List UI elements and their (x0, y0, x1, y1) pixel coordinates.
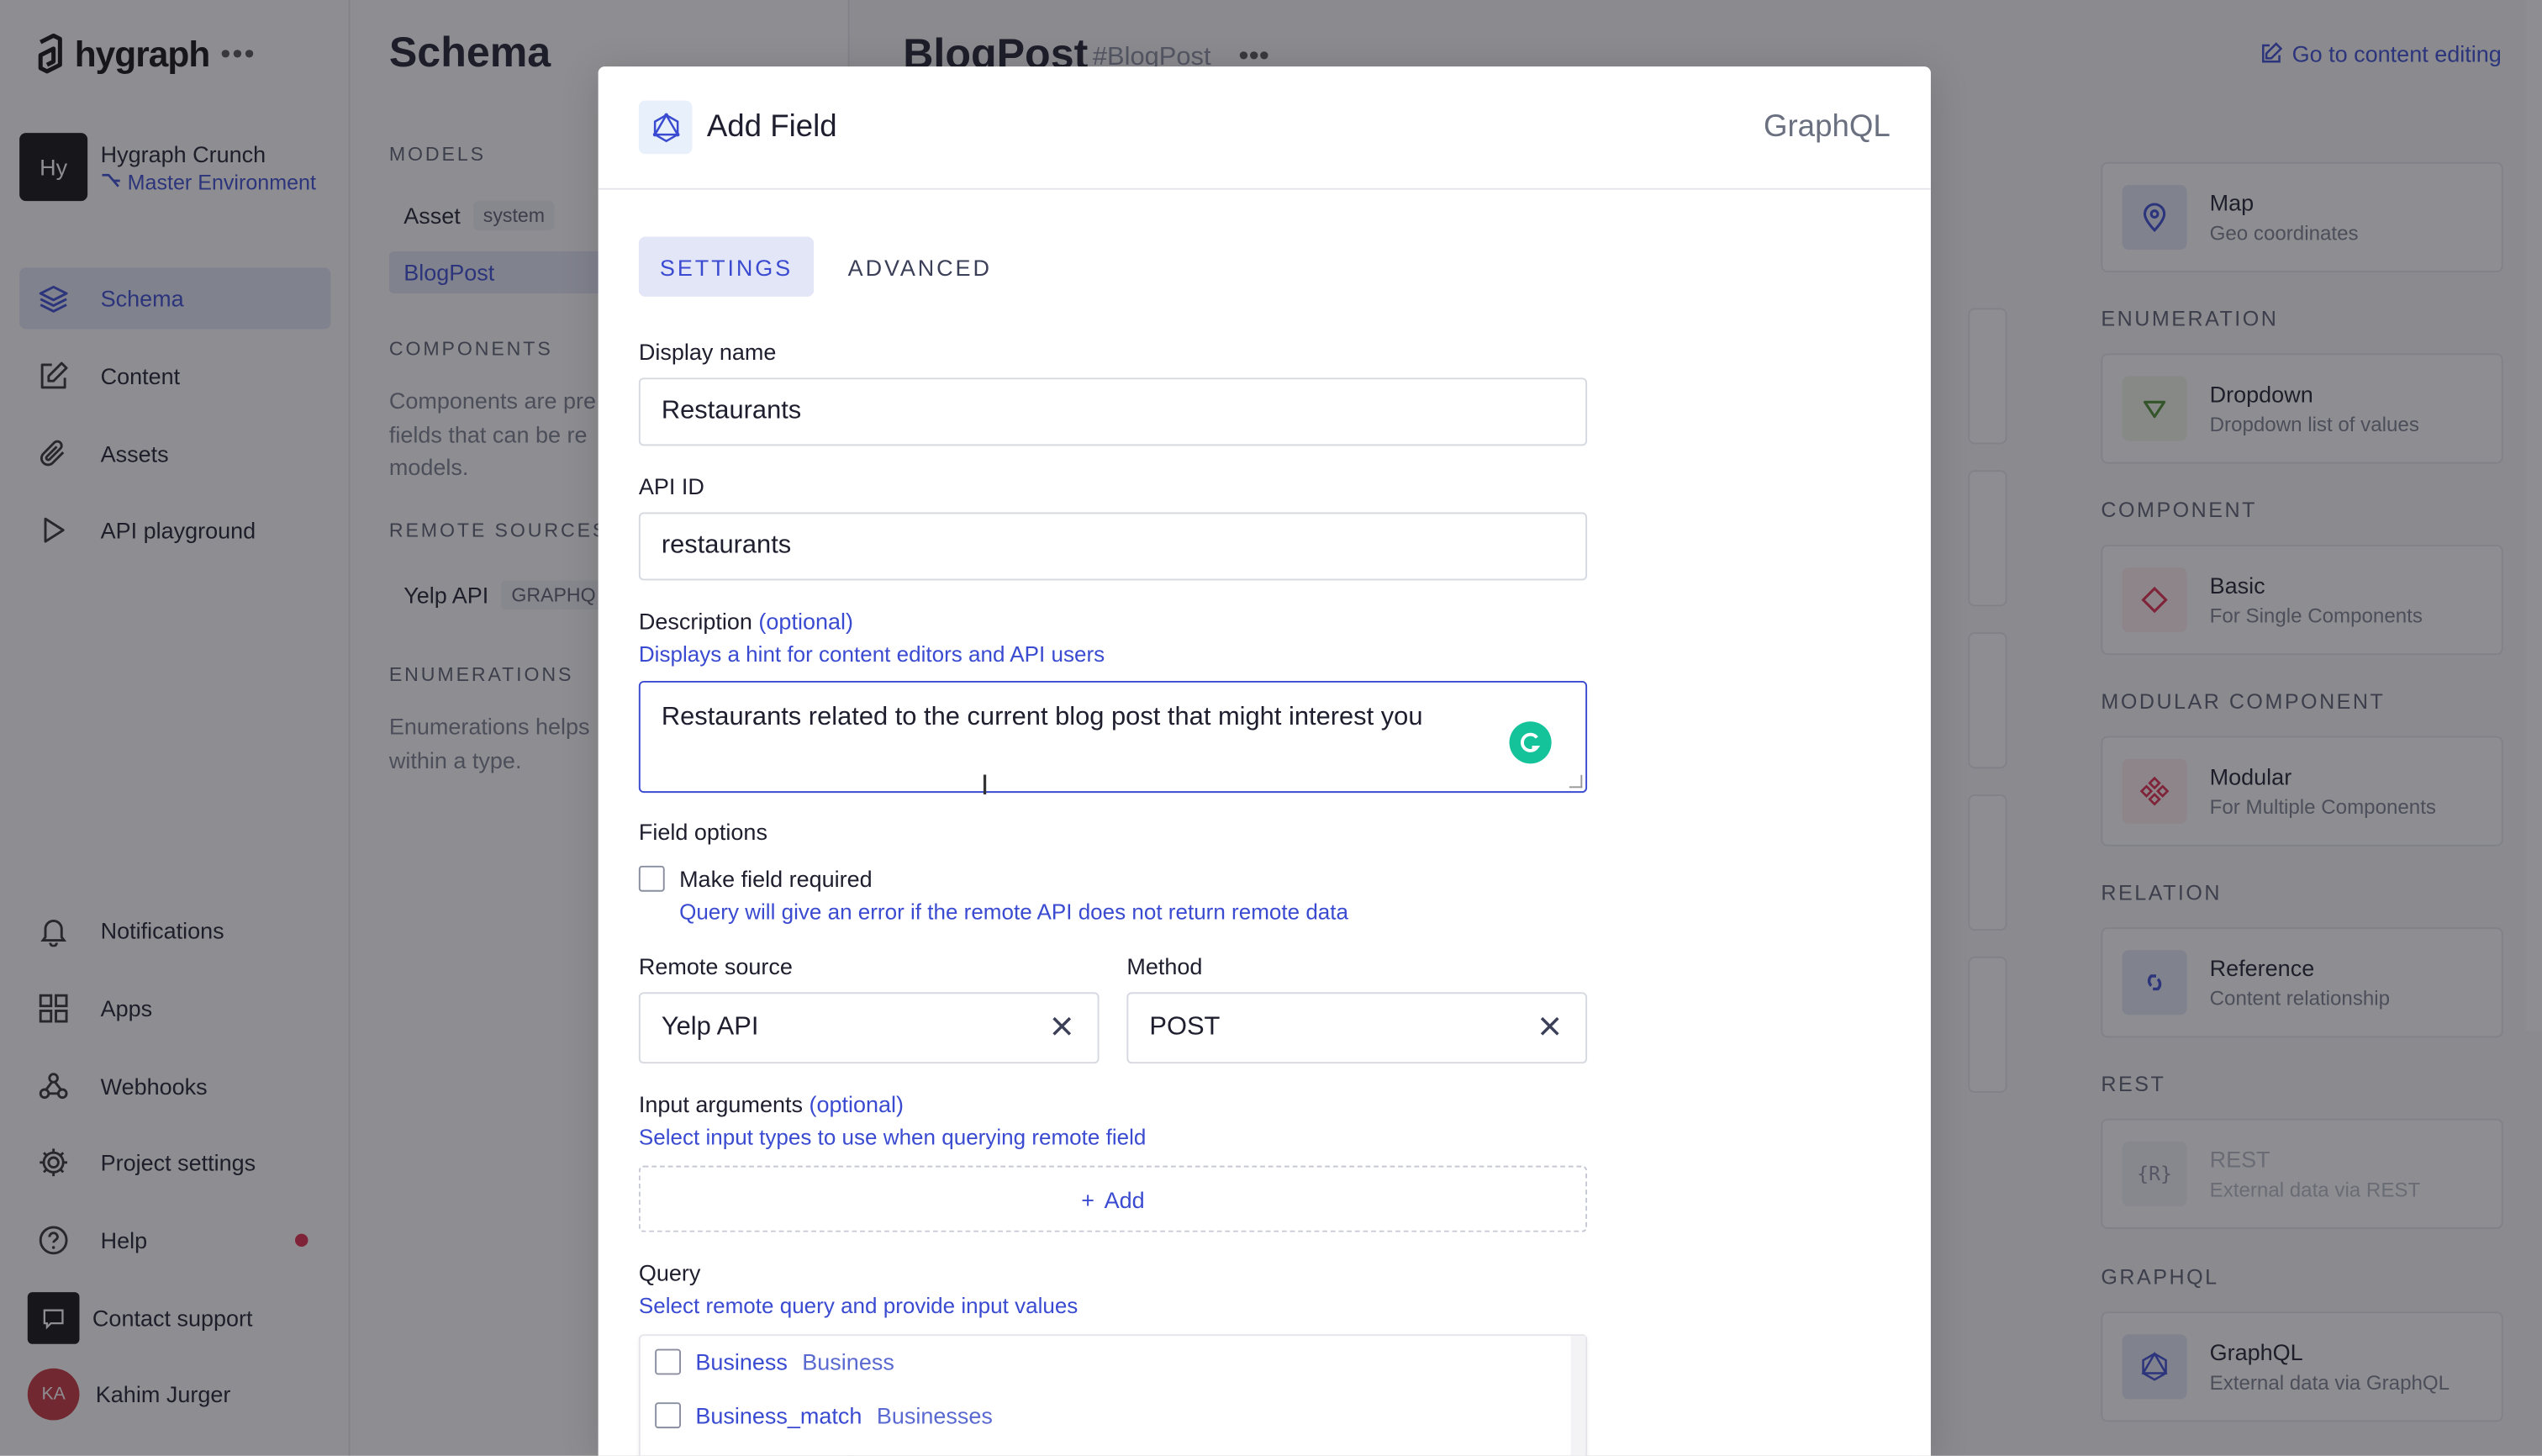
clear-icon[interactable] (1537, 1013, 1563, 1039)
required-hint: Query will give an error if the remote A… (679, 899, 1348, 925)
field-type-label: GraphQL (1763, 109, 1891, 144)
optional-tag: (optional) (809, 1090, 904, 1117)
text-cursor-icon: I (980, 768, 989, 801)
method-value: POST (1149, 1013, 1221, 1042)
resize-handle[interactable] (1569, 774, 1583, 789)
add-label: Add (1104, 1185, 1145, 1212)
tab-advanced[interactable]: ADVANCED (827, 237, 1013, 297)
scrollbar[interactable] (1570, 1336, 1586, 1456)
app-root: hygraph ••• Hy Hygraph Crunch Master Env… (0, 0, 2542, 1456)
field-options-label: Field options (638, 818, 767, 845)
remote-source-label: Remote source (638, 952, 793, 979)
plus-icon: + (1081, 1185, 1095, 1212)
description-hint: Displays a hint for content editors and … (638, 641, 1105, 667)
api-id-field[interactable]: restaurants (638, 512, 1588, 581)
modal-tabs: SETTINGS ADVANCED (638, 236, 1013, 297)
input-arguments-label: Input arguments (optional) (639, 1091, 904, 1117)
remote-source-value: Yelp API (661, 1013, 759, 1042)
clear-icon[interactable] (1049, 1013, 1075, 1039)
remote-source-select[interactable]: Yelp API (638, 992, 1100, 1064)
api-id-label: API ID (638, 473, 704, 499)
query-type: Business (802, 1348, 894, 1375)
modal-title: Add Field (706, 109, 837, 144)
description-label-text: Description (638, 608, 752, 635)
add-argument-button[interactable]: + Add (638, 1165, 1588, 1232)
query-hint: Select remote query and provide input va… (638, 1293, 1079, 1318)
display-name-field[interactable]: Restaurants (638, 377, 1588, 446)
query-name: Business_match (695, 1402, 862, 1429)
query-name: Business (695, 1348, 788, 1375)
list-item[interactable]: Business_match Businesses (655, 1402, 993, 1429)
grammarly-icon[interactable] (1509, 721, 1552, 764)
display-name-label: Display name (638, 339, 777, 365)
query-list: Business Business Business_match Busines… (638, 1334, 1588, 1456)
method-select[interactable]: POST (1126, 992, 1588, 1064)
modal-header: Add Field GraphQL (598, 66, 1931, 190)
description-field[interactable]: Restaurants related to the current blog … (638, 680, 1588, 794)
method-label: Method (1126, 952, 1203, 979)
optional-tag: (optional) (758, 608, 854, 635)
make-required-option[interactable]: Make field required (638, 865, 873, 892)
tab-settings[interactable]: SETTINGS (638, 236, 815, 297)
description-value: Restaurants related to the current blog … (661, 703, 1423, 731)
input-arguments-hint: Select input types to use when querying … (638, 1125, 1147, 1150)
description-label: Description (optional) (639, 608, 853, 634)
required-label: Make field required (679, 865, 873, 892)
query-type: Businesses (876, 1402, 993, 1429)
input-arguments-label-text: Input arguments (638, 1090, 803, 1117)
list-item[interactable]: Business Business (655, 1348, 894, 1375)
graphql-icon (638, 100, 693, 155)
add-field-modal: Add Field GraphQL SETTINGS ADVANCED Disp… (598, 66, 1931, 1456)
required-checkbox[interactable] (638, 865, 665, 892)
query-label: Query (638, 1259, 701, 1286)
query-checkbox[interactable] (655, 1402, 681, 1429)
query-checkbox[interactable] (655, 1348, 681, 1375)
